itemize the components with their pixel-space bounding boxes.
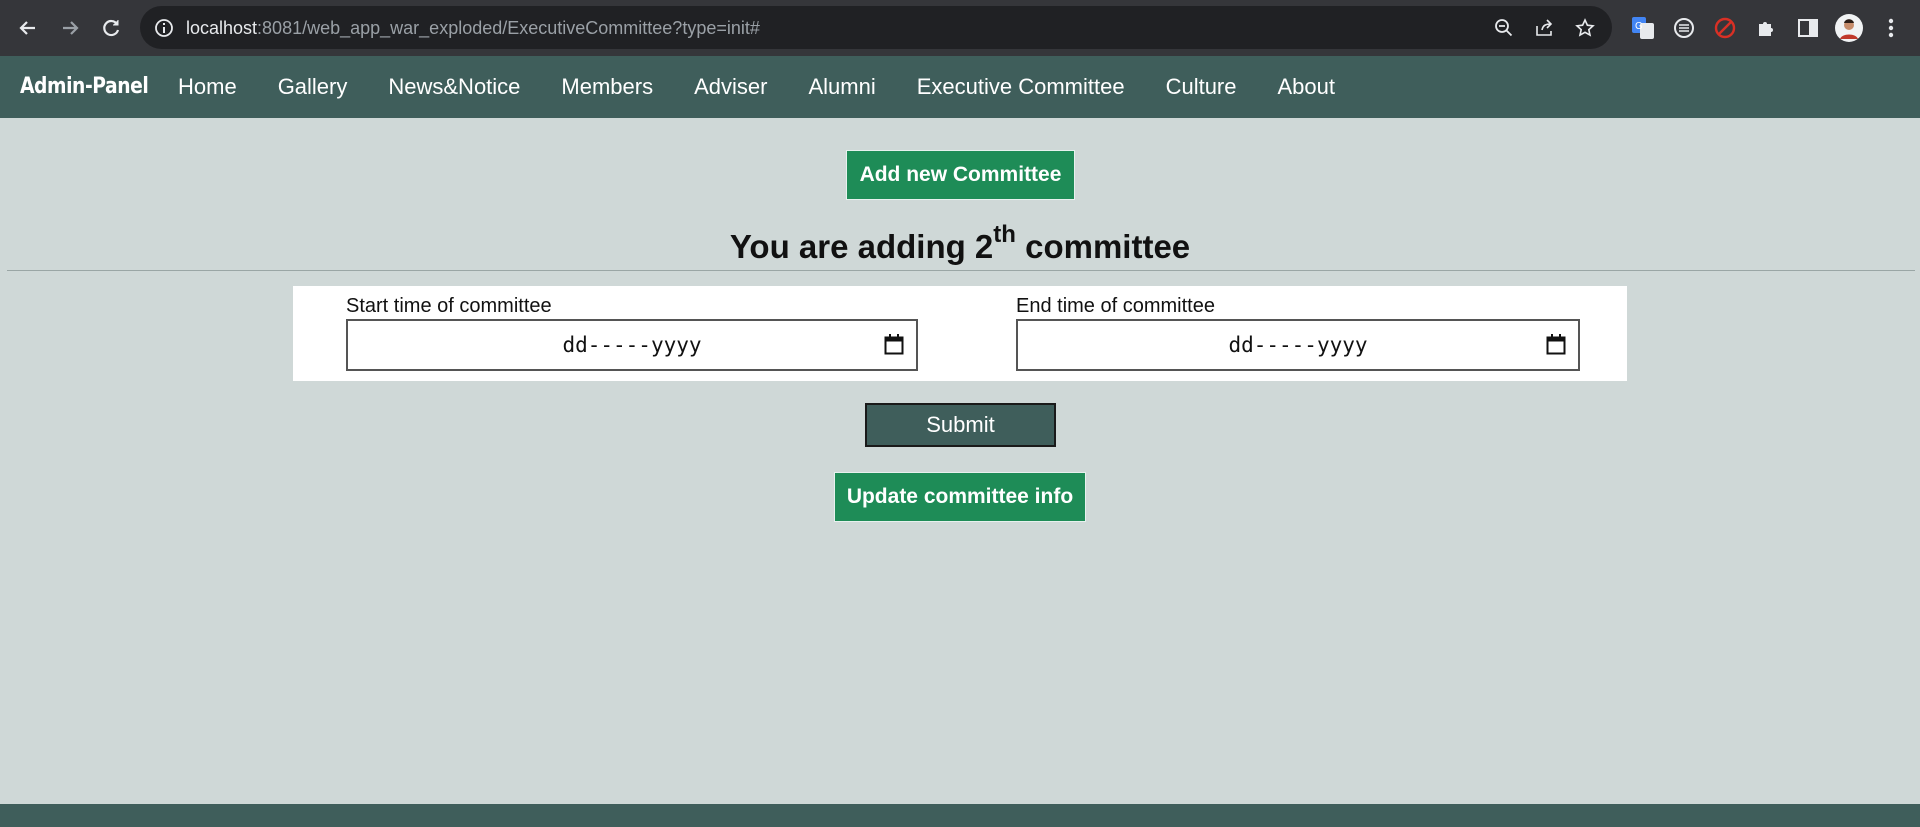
end-time-label: End time of committee xyxy=(1016,295,1215,317)
heading-sup: th xyxy=(993,221,1016,248)
reload-icon[interactable] xyxy=(97,14,125,42)
nav-about[interactable]: About xyxy=(1278,74,1336,100)
translate-icon[interactable]: G xyxy=(1629,14,1657,42)
nav-culture[interactable]: Culture xyxy=(1166,74,1237,100)
heading-prefix: You are adding 2 xyxy=(729,228,994,265)
back-icon[interactable] xyxy=(14,14,42,42)
nav-gallery[interactable]: Gallery xyxy=(278,74,348,100)
end-date-input[interactable]: dd-----yyyy xyxy=(1016,319,1580,371)
start-date-input[interactable]: dd-----yyyy xyxy=(346,319,918,371)
footer-bar xyxy=(0,804,1920,827)
nav-home[interactable]: Home xyxy=(178,74,237,100)
star-icon[interactable] xyxy=(1574,17,1596,39)
zoom-icon[interactable] xyxy=(1493,17,1515,39)
calendar-icon[interactable] xyxy=(884,334,904,356)
nav-alumni[interactable]: Alumni xyxy=(808,74,875,100)
avatar[interactable] xyxy=(1835,14,1863,42)
site-navbar: Admin-Panel Home Gallery News&Notice Mem… xyxy=(0,56,1920,118)
url-path: :8081/web_app_war_exploded/ExecutiveComm… xyxy=(257,18,760,38)
start-date-value: dd-----yyyy xyxy=(562,333,702,357)
puzzle-icon[interactable] xyxy=(1753,14,1781,42)
nav-members[interactable]: Members xyxy=(561,74,653,100)
url-host: localhost xyxy=(186,18,258,38)
sidepanel-icon[interactable] xyxy=(1794,14,1822,42)
heading-suffix: committee xyxy=(1015,228,1191,265)
end-date-value: dd-----yyyy xyxy=(1228,333,1368,357)
nav-links: Home Gallery News&Notice Members Adviser… xyxy=(178,74,1376,100)
date-form: Start time of committee dd-----yyyy End … xyxy=(293,286,1627,381)
share-icon[interactable] xyxy=(1533,17,1555,39)
address-bar[interactable]: localhost:8081/web_app_war_exploded/Exec… xyxy=(140,6,1612,49)
submit-button[interactable]: Submit xyxy=(865,403,1056,447)
block-icon[interactable] xyxy=(1711,14,1739,42)
url-text: localhost:8081/web_app_war_exploded/Exec… xyxy=(186,18,760,39)
menu-icon[interactable] xyxy=(1877,14,1905,42)
extension-reader-icon[interactable] xyxy=(1670,14,1698,42)
brand-logo[interactable]: Admin-Panel xyxy=(20,74,149,99)
page-heading: You are adding 2th committee xyxy=(0,223,1920,266)
calendar-icon[interactable] xyxy=(1546,334,1566,356)
divider xyxy=(7,270,1915,271)
add-committee-button[interactable]: Add new Committee xyxy=(846,150,1075,200)
browser-toolbar: localhost:8081/web_app_war_exploded/Exec… xyxy=(0,0,1920,56)
forward-icon[interactable] xyxy=(56,14,84,42)
start-time-label: Start time of committee xyxy=(346,295,552,317)
nav-adviser[interactable]: Adviser xyxy=(694,74,767,100)
svg-text:G: G xyxy=(1635,21,1643,32)
update-committee-button[interactable]: Update committee info xyxy=(834,472,1086,522)
nav-news-notice[interactable]: News&Notice xyxy=(388,74,520,100)
nav-executive-committee[interactable]: Executive Committee xyxy=(917,74,1125,100)
info-icon[interactable] xyxy=(154,18,174,43)
